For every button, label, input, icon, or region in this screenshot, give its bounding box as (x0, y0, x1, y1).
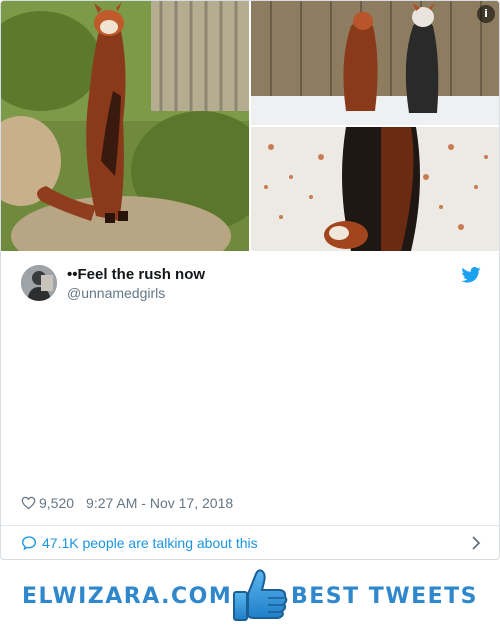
thumbs-up-icon (233, 569, 288, 621)
tweet-meta: 9,520 9:27 AM - Nov 17, 2018 (21, 495, 233, 513)
tweet-body: ⁣⁣⁣⁣⁣⁣⁣⁣⁣⁣⁣⁣⁣⁣⁣⁣⁣⁣⁣⁣⁣⁣⁣⁣⁣⁣⁣⁣⁣⁣⁣⁣⁣⁣⁣⁣⁣⁣⁣⁣… (21, 322, 96, 337)
media-grid[interactable]: i (1, 1, 499, 251)
twitter-bird-icon[interactable] (461, 267, 481, 283)
best-tweets-label[interactable]: BEST TWEETS (291, 584, 478, 609)
heart-icon[interactable] (21, 496, 36, 510)
chevron-right-icon[interactable] (471, 536, 481, 550)
site-name[interactable]: ELWIZARA.COM (22, 584, 232, 609)
user-handle[interactable]: @unnamedgirls (67, 285, 165, 301)
like-count[interactable]: 9,520 (39, 495, 74, 511)
display-name[interactable]: ⁣⁣⁣⁣⁣⁣⁣⁣•⁣•Feel the rush now (67, 266, 205, 283)
tweet-header: ⁣⁣⁣⁣⁣⁣⁣⁣•⁣•Feel the rush now @unnamedgir… (21, 263, 481, 303)
divider (1, 525, 499, 526)
avatar[interactable] (21, 265, 57, 301)
timestamp[interactable]: 9:27 AM - Nov 17, 2018 (86, 495, 233, 511)
photo-red-panda-closeup[interactable] (251, 127, 499, 251)
footer-banner: ELWIZARA.COM BEST TWEETS (0, 562, 500, 634)
tweet-card: i (0, 0, 500, 560)
photo-red-pandas-snow-fence[interactable]: i (251, 1, 499, 125)
photo-red-panda-standing[interactable] (1, 1, 249, 251)
info-icon[interactable]: i (477, 5, 495, 23)
talking-count[interactable]: 47.1K people are talking about this (42, 535, 258, 551)
conversation-link[interactable]: 47.1K people are talking about this (21, 534, 481, 556)
comment-bubble-icon (21, 536, 37, 551)
